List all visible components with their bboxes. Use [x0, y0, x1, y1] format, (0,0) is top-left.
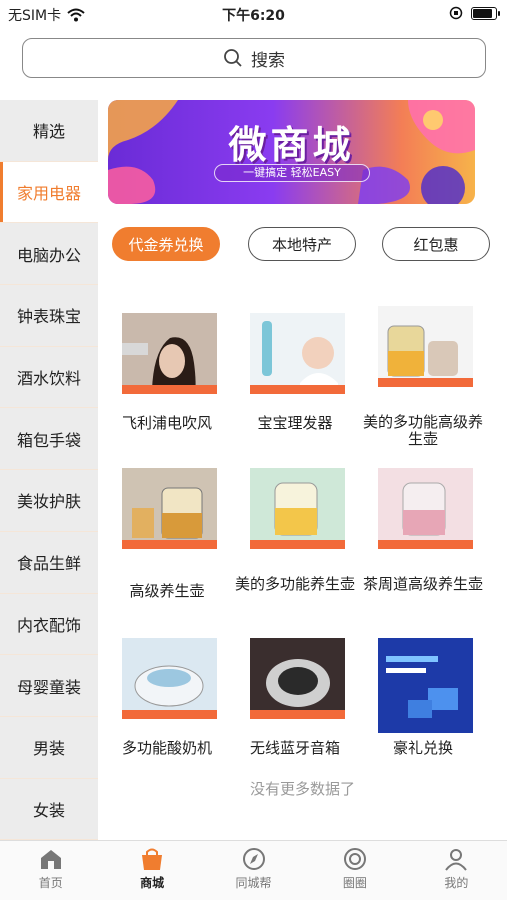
- product-name: 美的多功能高级养生壶: [362, 413, 483, 448]
- product-image-hair-dryer[interactable]: [122, 313, 217, 408]
- category-item-fresh-food[interactable]: 食品生鲜: [0, 532, 98, 594]
- category-item-beauty[interactable]: 美妆护肤: [0, 470, 98, 532]
- category-item-menswear[interactable]: 男装: [0, 717, 98, 779]
- product-card[interactable]: 飞利浦电吹风: [112, 313, 222, 443]
- no-more-data-label: 没有更多数据了: [249, 780, 355, 798]
- product-name: 美的多功能养生壶: [234, 575, 355, 593]
- tab-mall[interactable]: 商城: [101, 841, 202, 900]
- product-card[interactable]: 宝宝理发器: [240, 313, 350, 443]
- shopping-bag-icon: [142, 848, 163, 870]
- product-image-baby-trimmer[interactable]: [250, 313, 345, 408]
- product-image-gift-exchange[interactable]: [378, 638, 473, 733]
- bottom-tab-bar: 首页 商城 同城帮 圈圈 我的: [0, 840, 507, 900]
- product-card[interactable]: 茶周道高级养生壶: [363, 468, 483, 613]
- banner-subtitle: 一键搞定 轻松EASY: [214, 164, 370, 182]
- product-image-yogurt-maker[interactable]: [122, 638, 217, 733]
- product-name: 高级养生壶: [129, 582, 205, 600]
- status-time: 下午6:20: [222, 8, 285, 24]
- user-icon: [445, 849, 468, 871]
- tab-home[interactable]: 首页: [0, 841, 101, 900]
- search-placeholder: 搜索: [251, 50, 285, 71]
- search-icon: [224, 49, 242, 67]
- category-item-appliances[interactable]: 家用电器: [0, 161, 98, 224]
- tab-mine[interactable]: 我的: [406, 841, 507, 900]
- product-name: 宝宝理发器: [257, 414, 333, 432]
- category-item-bags[interactable]: 箱包手袋: [0, 408, 98, 471]
- product-name: 无线蓝牙音箱: [249, 739, 340, 757]
- circle-icon: [343, 848, 366, 870]
- product-name: 豪礼兑换: [392, 739, 453, 757]
- product-image-health-kettle[interactable]: [378, 306, 473, 401]
- tab-mine-label: 我的: [444, 876, 469, 890]
- product-card[interactable]: 豪礼兑换: [368, 638, 478, 768]
- tab-local-help[interactable]: 同城帮: [203, 841, 304, 900]
- category-item-womenswear[interactable]: 女装: [0, 779, 98, 841]
- product-card[interactable]: 美的多功能高级养生壶: [363, 306, 483, 451]
- compass-icon: [242, 848, 265, 870]
- orientation-lock-icon: [449, 6, 463, 20]
- category-item-jingxuan[interactable]: 精选: [0, 100, 98, 162]
- category-sidebar: 精选 家用电器 电脑办公 钟表珠宝 酒水饮料 箱包手袋 美妆护肤 食品生鲜 内衣…: [0, 100, 98, 841]
- product-name: 茶周道高级养生壶: [362, 575, 483, 593]
- banner-title: 微商城: [228, 123, 355, 167]
- filter-red-packet[interactable]: 红包惠: [382, 227, 490, 261]
- product-image-midea-kettle[interactable]: [250, 468, 345, 563]
- status-right: [449, 6, 500, 20]
- search-input[interactable]: 搜索: [22, 38, 486, 78]
- tab-local-help-label: 同城帮: [235, 876, 272, 890]
- home-icon: [40, 850, 61, 869]
- product-image-premium-kettle[interactable]: [122, 468, 217, 563]
- product-card[interactable]: 无线蓝牙音箱: [240, 638, 350, 768]
- status-bar: 无SIM卡 下午6:20: [0, 0, 507, 28]
- filter-local-specialty[interactable]: 本地特产: [248, 227, 356, 261]
- category-item-drinks[interactable]: 酒水饮料: [0, 347, 98, 409]
- category-item-underwear[interactable]: 内衣配饰: [0, 594, 98, 656]
- battery-icon: [471, 6, 500, 20]
- product-name: 多功能酸奶机: [121, 739, 212, 757]
- product-image-tea-kettle[interactable]: [378, 468, 473, 563]
- product-card[interactable]: 美的多功能养生壶: [235, 468, 355, 613]
- category-item-computers[interactable]: 电脑办公: [0, 223, 98, 286]
- product-card[interactable]: 多功能酸奶机: [112, 638, 222, 768]
- promo-banner[interactable]: 微商城 一键搞定 轻松EASY: [108, 100, 475, 204]
- filter-voucher-exchange[interactable]: 代金券兑换: [112, 227, 220, 261]
- product-card[interactable]: 高级养生壶: [112, 468, 222, 613]
- tab-circle-label: 圈圈: [342, 876, 367, 890]
- category-item-watches-jewelry[interactable]: 钟表珠宝: [0, 285, 98, 347]
- product-name: 飞利浦电吹风: [121, 414, 212, 432]
- tab-home-label: 首页: [38, 876, 63, 890]
- product-image-bluetooth-speaker[interactable]: [250, 638, 345, 733]
- tab-mall-label: 商城: [140, 876, 165, 890]
- tab-circle[interactable]: 圈圈: [304, 841, 405, 900]
- category-item-baby-kids[interactable]: 母婴童装: [0, 655, 98, 717]
